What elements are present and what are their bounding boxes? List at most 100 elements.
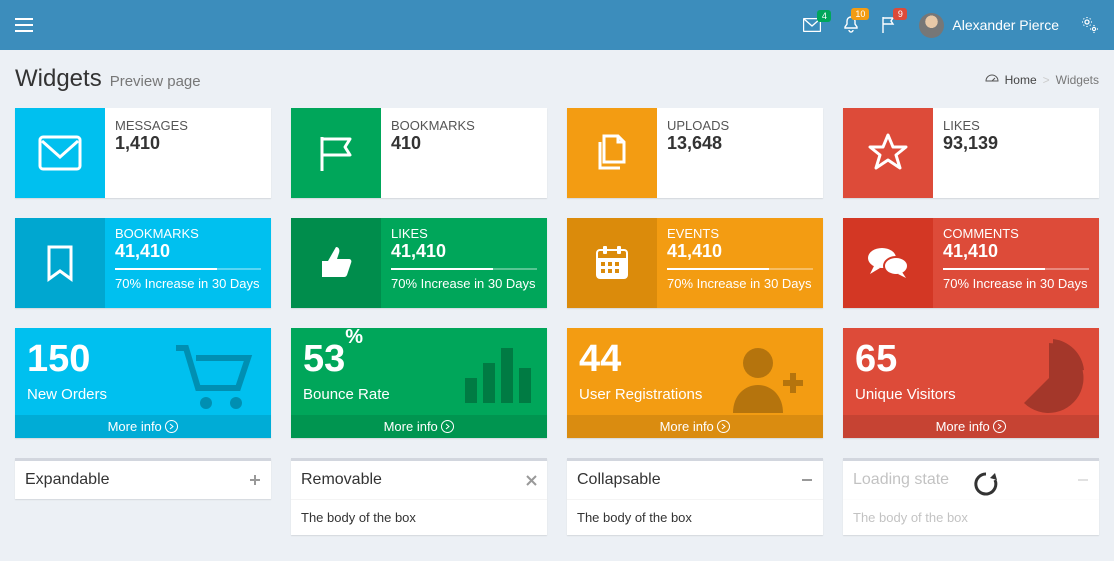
- info-box-label: UPLOADS: [667, 118, 813, 133]
- small-box-bounce-rate: 53% Bounce Rate More info: [291, 328, 547, 438]
- box-collapsable: Collapsable The body of the box: [567, 458, 823, 535]
- info-box-row: MESSAGES1,410 BOOKMARKS410 UPLOADS13,648…: [15, 108, 1099, 198]
- info-box-bookmarks: BOOKMARKS410: [291, 108, 547, 198]
- cart-icon: [171, 338, 261, 418]
- progress-bar: [391, 268, 537, 270]
- bookmark-icon: [15, 218, 105, 308]
- envelope-icon: [15, 108, 105, 198]
- user-name: Alexander Pierce: [952, 17, 1059, 33]
- info-box-label: EVENTS: [667, 226, 813, 241]
- arrow-circle-right-icon: [993, 420, 1006, 433]
- plus-icon: [249, 474, 261, 486]
- box-title: Collapsable: [577, 471, 661, 489]
- minus-icon: [1077, 474, 1089, 486]
- breadcrumb: Home > Widgets: [985, 73, 1099, 87]
- small-box-unique-visitors: 65 Unique Visitors More info: [843, 328, 1099, 438]
- box-body: The body of the box: [843, 500, 1099, 535]
- page-title: Widgets: [15, 65, 102, 93]
- box-body: The body of the box: [567, 500, 823, 535]
- box-title: Loading state: [853, 471, 949, 489]
- collapse-button[interactable]: [1077, 474, 1089, 486]
- info-box-value: 410: [391, 133, 537, 154]
- minus-icon: [801, 474, 813, 486]
- breadcrumb-current: Widgets: [1056, 73, 1099, 87]
- breadcrumb-home[interactable]: Home: [1005, 73, 1037, 87]
- flag-icon: [291, 108, 381, 198]
- more-info-link[interactable]: More info: [291, 415, 547, 438]
- info-box-label: BOOKMARKS: [115, 226, 261, 241]
- page-header: Widgets Preview page Home > Widgets: [15, 65, 1099, 93]
- info-box-value: 41,410: [115, 241, 261, 262]
- nav-settings[interactable]: [1081, 16, 1099, 34]
- progress-bar: [667, 268, 813, 270]
- expand-button[interactable]: [249, 474, 261, 486]
- remove-button[interactable]: [526, 475, 537, 486]
- box-title: Removable: [301, 471, 382, 489]
- gears-icon: [1081, 16, 1099, 34]
- info-box-uploads: UPLOADS13,648: [567, 108, 823, 198]
- pie-chart-icon: [1009, 338, 1089, 418]
- progress-bar: [115, 268, 261, 270]
- info-box-desc: 70% Increase in 30 Days: [391, 276, 537, 291]
- info-box-events: EVENTS41,410 70% Increase in 30 Days: [567, 218, 823, 308]
- info-box-label: LIKES: [943, 118, 1089, 133]
- star-icon: [843, 108, 933, 198]
- breadcrumb-sep: >: [1043, 73, 1050, 87]
- info-box-label: MESSAGES: [115, 118, 261, 133]
- info-box-desc: 70% Increase in 30 Days: [115, 276, 261, 291]
- flags-badge: 9: [893, 8, 907, 20]
- more-info-link[interactable]: More info: [843, 415, 1099, 438]
- info-box-colored-row: BOOKMARKS41,41070% Increase in 30 Days L…: [15, 218, 1099, 308]
- bar-chart-icon: [457, 338, 537, 408]
- messages-badge: 4: [817, 10, 831, 22]
- arrow-circle-right-icon: [165, 420, 178, 433]
- arrow-circle-right-icon: [717, 420, 730, 433]
- bars-icon: [15, 18, 33, 32]
- info-box-value: 13,648: [667, 133, 813, 154]
- info-box-value: 41,410: [667, 241, 813, 262]
- info-box-desc: 70% Increase in 30 Days: [667, 276, 813, 291]
- notifications-badge: 10: [851, 8, 869, 20]
- calendar-icon: [567, 218, 657, 308]
- info-box-likes: LIKES93,139: [843, 108, 1099, 198]
- info-box-value: 93,139: [943, 133, 1089, 154]
- nav-user[interactable]: Alexander Pierce: [919, 13, 1059, 38]
- info-box-label: LIKES: [391, 226, 537, 241]
- collapse-button[interactable]: [801, 474, 813, 486]
- nav-notifications[interactable]: 10: [843, 16, 859, 34]
- box-row: Expandable Removable The body of the box…: [15, 458, 1099, 535]
- small-box-new-orders: 150 New Orders More info: [15, 328, 271, 438]
- box-removable: Removable The body of the box: [291, 458, 547, 535]
- info-box-value: 41,410: [391, 241, 537, 262]
- info-box-value: 41,410: [943, 241, 1089, 262]
- small-box-row: 150 New Orders More info 53% Bounce Rate…: [15, 328, 1099, 438]
- nav-flags[interactable]: 9: [881, 16, 897, 34]
- nav-messages[interactable]: 4: [803, 18, 821, 32]
- close-icon: [526, 475, 537, 486]
- files-icon: [567, 108, 657, 198]
- info-box-label: COMMENTS: [943, 226, 1089, 241]
- avatar: [919, 13, 944, 38]
- info-box-comments: COMMENTS41,410 70% Increase in 30 Days: [843, 218, 1099, 308]
- info-box-bookmarks-2: BOOKMARKS41,410 70% Increase in 30 Days: [15, 218, 271, 308]
- navbar: 4 10 9 Alexander Pierce: [0, 0, 1114, 50]
- user-plus-icon: [723, 338, 813, 418]
- small-box-user-registrations: 44 User Registrations More info: [567, 328, 823, 438]
- box-body: The body of the box: [291, 500, 547, 535]
- info-box-messages: MESSAGES1,410: [15, 108, 271, 198]
- content: Widgets Preview page Home > Widgets MESS…: [0, 50, 1114, 550]
- info-box-desc: 70% Increase in 30 Days: [943, 276, 1089, 291]
- thumbs-up-icon: [291, 218, 381, 308]
- more-info-link[interactable]: More info: [567, 415, 823, 438]
- box-loading-state: Loading state The body of the box: [843, 458, 1099, 535]
- arrow-circle-right-icon: [441, 420, 454, 433]
- dashboard-icon: [985, 74, 999, 86]
- menu-toggle[interactable]: [15, 18, 33, 32]
- more-info-link[interactable]: More info: [15, 415, 271, 438]
- info-box-value: 1,410: [115, 133, 261, 154]
- box-expandable: Expandable: [15, 458, 271, 499]
- page-subtitle: Preview page: [110, 73, 201, 90]
- info-box-label: BOOKMARKS: [391, 118, 537, 133]
- info-box-likes-2: LIKES41,410 70% Increase in 30 Days: [291, 218, 547, 308]
- refresh-icon: [973, 471, 999, 497]
